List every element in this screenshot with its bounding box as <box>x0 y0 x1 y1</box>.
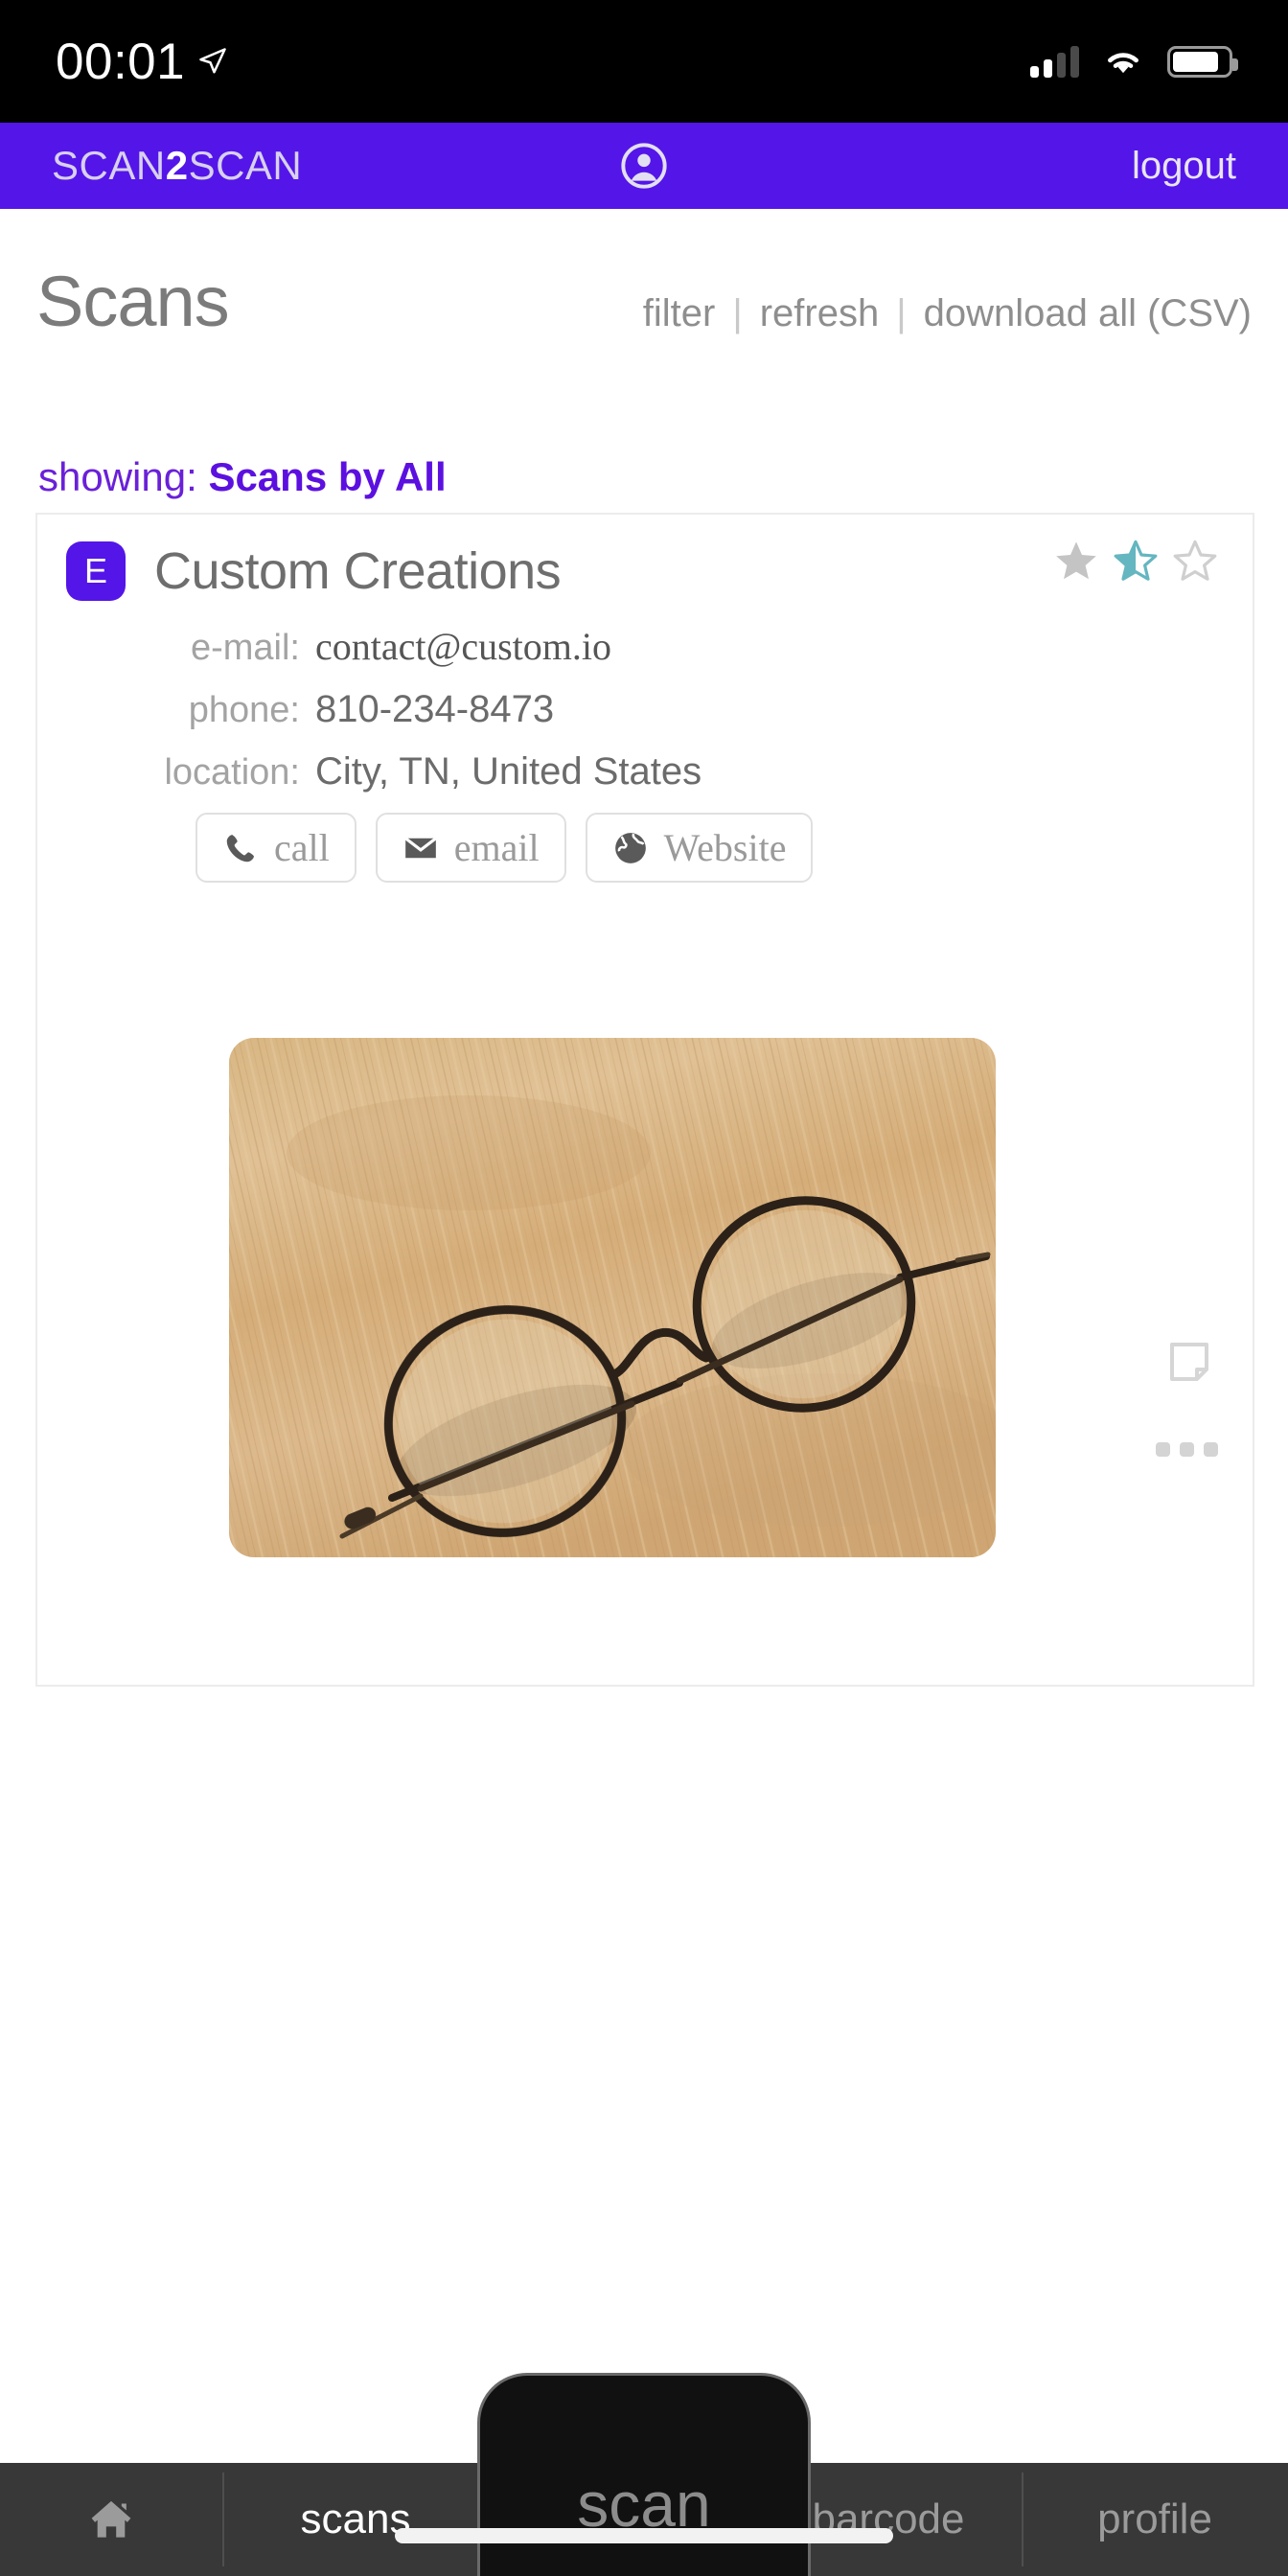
battery-icon <box>1167 45 1238 78</box>
wifi-icon <box>1108 53 1138 74</box>
home-indicator <box>395 2528 893 2543</box>
scan-photo[interactable] <box>229 1038 996 1557</box>
status-bar-clock: 00:01 <box>56 33 186 90</box>
home-icon <box>91 2500 131 2538</box>
brand-prefix: SCAN <box>52 143 166 188</box>
app-logo[interactable]: SCAN2SCAN <box>52 143 302 189</box>
refresh-button[interactable]: refresh <box>760 292 880 335</box>
status-bar: 00:01 <box>0 0 1288 123</box>
detail-label: location: <box>164 752 300 793</box>
scan-card-header: E Custom Creations <box>37 515 1253 601</box>
envelope-icon <box>403 836 437 858</box>
cellular-signal-icon <box>1030 45 1079 78</box>
star-filled-icon[interactable] <box>1053 538 1099 584</box>
rating-stars[interactable] <box>1053 538 1218 584</box>
showing-filter[interactable]: showing: Scans by All <box>38 454 447 500</box>
phone-icon <box>226 834 254 862</box>
brand-accent: 2 <box>165 143 189 188</box>
tab-home[interactable] <box>0 2463 222 2576</box>
globe-icon <box>614 832 646 863</box>
tab-profile-label: profile <box>1097 2496 1212 2542</box>
page-actions: filter | refresh | download all (CSV) <box>643 292 1252 335</box>
scan-button[interactable]: scan <box>477 2373 811 2576</box>
tab-scans[interactable]: scans <box>222 2463 489 2576</box>
business-name: Custom Creations <box>154 542 562 600</box>
contact-action-buttons: call email Website <box>37 813 1253 883</box>
star-half-icon[interactable] <box>1113 538 1159 584</box>
showing-value: Scans by All <box>208 454 447 499</box>
website-button[interactable]: Website <box>585 813 814 883</box>
location-value: City, TN, United States <box>315 750 702 793</box>
contact-details: e-mail: contact@custom.io phone: 810-234… <box>37 624 1253 794</box>
action-separator: | <box>732 292 743 334</box>
status-bar-right <box>1030 45 1238 78</box>
star-empty-icon[interactable] <box>1172 538 1218 584</box>
detail-row-location: location: City, TN, United States <box>37 750 1253 794</box>
email-button[interactable]: email <box>375 813 566 883</box>
detail-row-phone: phone: 810-234-8473 <box>37 688 1253 731</box>
call-button-label: call <box>274 826 330 869</box>
showing-label: showing: <box>38 454 197 499</box>
scan-card[interactable]: E Custom Creations e-mail: contact@custo… <box>35 513 1254 1687</box>
call-button[interactable]: call <box>196 813 356 883</box>
page-title: Scans <box>36 262 230 341</box>
location-arrow-icon <box>199 48 226 74</box>
status-bar-left: 00:01 <box>56 33 227 91</box>
brand-suffix: SCAN <box>188 143 303 188</box>
avatar: E <box>66 541 126 601</box>
website-button-label: Website <box>663 826 787 869</box>
logout-button[interactable]: logout <box>1132 145 1236 188</box>
page-title-row: Scans filter | refresh | download all (C… <box>0 261 1288 342</box>
email-value[interactable]: contact@custom.io <box>315 624 611 669</box>
detail-label: phone: <box>188 690 300 730</box>
phone-value[interactable]: 810-234-8473 <box>315 688 554 731</box>
detail-row-email: e-mail: contact@custom.io <box>37 624 1253 669</box>
app-screen: 00:01 SCAN2SCAN logout Scans filter | re… <box>0 0 1288 2576</box>
eyeglasses-on-wood-photo <box>229 1038 996 1557</box>
sticky-note-icon[interactable] <box>1166 1339 1212 1385</box>
filter-button[interactable]: filter <box>643 292 716 335</box>
email-button-label: email <box>453 826 540 869</box>
download-all-csv-button[interactable]: download all (CSV) <box>924 292 1252 335</box>
detail-label: e-mail: <box>190 628 300 668</box>
tab-profile[interactable]: profile <box>1022 2463 1288 2576</box>
action-separator: | <box>896 292 907 334</box>
account-circle-icon[interactable] <box>619 141 669 191</box>
ellipsis-icon[interactable] <box>1156 1442 1218 1457</box>
app-header-bar: SCAN2SCAN logout <box>0 123 1288 209</box>
